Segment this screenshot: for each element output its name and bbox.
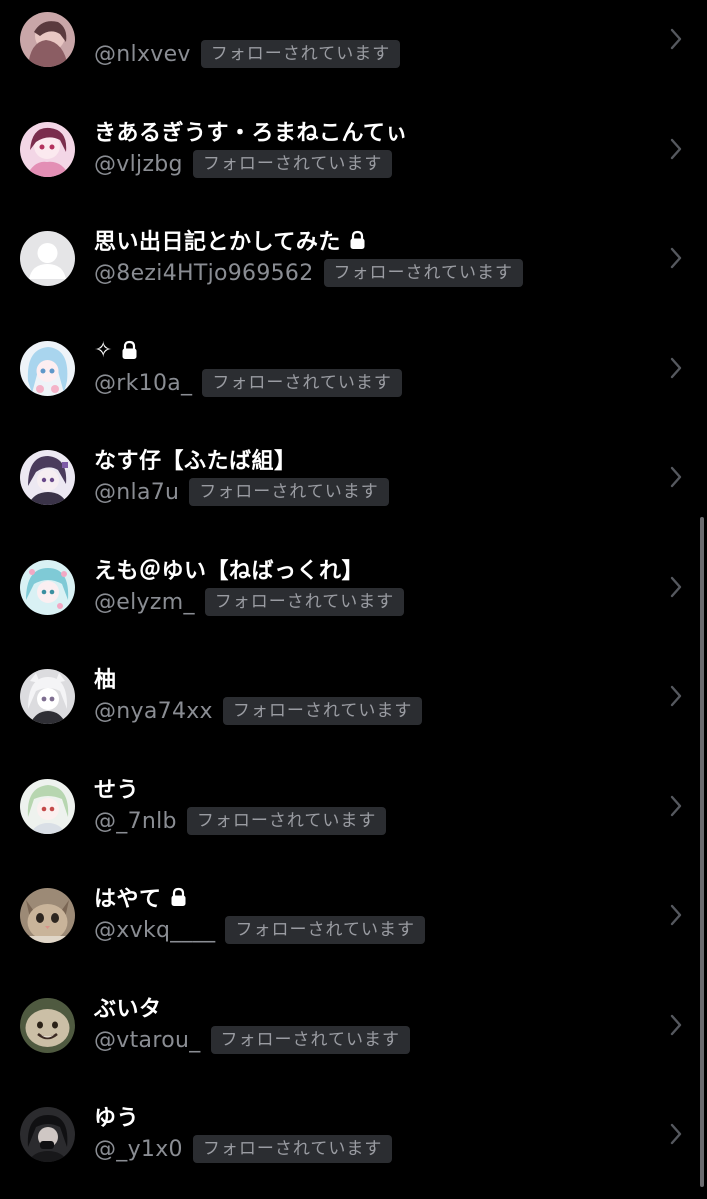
name-line: なす仔【ふたば組】 <box>94 443 297 475</box>
handle-line: @rk10a_ フォローされています <box>94 367 402 399</box>
name-line: えも＠ゆい【ねばっくれ】 <box>94 553 364 585</box>
handle: @8ezi4HTjo969562 <box>94 260 314 286</box>
handle-line: @vljzbg フォローされています <box>94 148 393 180</box>
handle-line: @8ezi4HTjo969562 フォローされています <box>94 257 524 289</box>
follows-you-badge: フォローされています <box>189 478 389 506</box>
handle: @nya74xx <box>94 698 213 724</box>
name-line: ✧ <box>94 334 138 366</box>
chevron-right-icon <box>669 1013 683 1037</box>
scrollbar[interactable] <box>700 517 704 1187</box>
user-row[interactable]: えも＠ゆい【ねばっくれ】 @elyzm_ フォローされています <box>0 508 707 617</box>
user-row[interactable]: 思い出日記とかしてみた @8ezi4HTjo969562 フォローされています <box>0 179 707 288</box>
user-row[interactable]: なす仔【ふたば組】 @nla7u フォローされています <box>0 398 707 507</box>
chevron-right-icon <box>669 684 683 708</box>
display-name: 柚 <box>94 668 117 693</box>
chevron-right-icon <box>669 903 683 927</box>
name-line: せう <box>94 772 139 804</box>
user-row[interactable]: 柚 @nya74xx フォローされています <box>0 617 707 726</box>
follows-you-badge: フォローされています <box>323 259 524 287</box>
display-name: ぶいタ <box>94 997 162 1022</box>
handle-line: @elyzm_ フォローされています <box>94 586 405 618</box>
handle-line: @_y1x0 フォローされています <box>94 1133 393 1165</box>
handle-line: @xvkq____ フォローされています <box>94 914 425 946</box>
handle-line: @nla7u フォローされています <box>94 476 389 508</box>
display-name: せう <box>94 778 140 803</box>
chevron-right-icon <box>669 465 683 489</box>
display-name: えも＠ゆい【ねばっくれ】 <box>94 559 365 584</box>
handle: @nla7u <box>94 479 180 505</box>
user-row[interactable]: はやて @xvkq____ フォローされています <box>0 836 707 945</box>
display-name: ゆう <box>94 1106 140 1131</box>
user-row[interactable]: ゆう @_y1x0 フォローされています <box>0 1055 707 1164</box>
avatar[interactable] <box>20 779 75 834</box>
lock-icon <box>121 340 138 360</box>
name-line: 柚 <box>94 662 117 694</box>
name-line: はやて <box>94 881 187 913</box>
handle: @_y1x0 <box>94 1136 183 1162</box>
follows-you-badge: フォローされています <box>204 588 405 616</box>
display-name: はやて <box>94 887 162 912</box>
handle-line: @nya74xx フォローされています <box>94 695 423 727</box>
handle-line: @nlxvev フォローされています <box>94 38 401 70</box>
chevron-right-icon <box>669 27 683 51</box>
follows-you-badge: フォローされています <box>192 1135 393 1163</box>
user-row[interactable]: @nlxvev フォローされています <box>0 0 707 69</box>
chevron-right-icon <box>669 137 683 161</box>
follows-you-badge: フォローされています <box>200 40 401 68</box>
handle: @nlxvev <box>94 41 191 67</box>
chevron-right-icon <box>669 246 683 270</box>
handle: @elyzm_ <box>94 589 195 615</box>
follows-you-badge: フォローされています <box>202 369 402 397</box>
avatar[interactable] <box>20 669 75 724</box>
handle: @vljzbg <box>94 151 183 177</box>
handle: @xvkq____ <box>94 917 216 943</box>
chevron-right-icon <box>669 575 683 599</box>
avatar[interactable] <box>20 341 75 396</box>
avatar[interactable] <box>20 560 75 615</box>
handle-line: @vtarou_ フォローされています <box>94 1024 410 1056</box>
user-row[interactable]: せう @_7nlb フォローされています <box>0 727 707 836</box>
avatar[interactable] <box>20 998 75 1053</box>
chevron-right-icon <box>669 356 683 380</box>
chevron-right-icon <box>669 794 683 818</box>
avatar[interactable] <box>20 231 75 286</box>
display-name: きあるぎうす・ろまねこんてぃ <box>94 121 408 146</box>
follows-you-badge: フォローされています <box>186 807 387 835</box>
display-name: なす仔【ふたば組】 <box>94 449 297 474</box>
name-line: ぶいタ <box>94 991 162 1023</box>
follows-you-badge: フォローされています <box>222 697 423 725</box>
follows-you-badge: フォローされています <box>210 1026 410 1054</box>
user-row[interactable]: ぶいタ @vtarou_ フォローされています <box>0 946 707 1055</box>
display-name: 思い出日記とかしてみた <box>94 230 341 255</box>
handle: @vtarou_ <box>94 1027 201 1053</box>
avatar[interactable] <box>20 1107 75 1162</box>
avatar[interactable] <box>20 12 75 67</box>
avatar[interactable] <box>20 450 75 505</box>
user-row[interactable]: ✧ @rk10a_ フォローされています <box>0 289 707 398</box>
handle-line: @_7nlb フォローされています <box>94 805 387 837</box>
avatar[interactable] <box>20 888 75 943</box>
follows-you-badge: フォローされています <box>225 916 425 944</box>
user-row[interactable]: きあるぎうす・ろまねこんてぃ @vljzbg フォローされています <box>0 70 707 179</box>
lock-icon <box>170 887 187 907</box>
handle: @_7nlb <box>94 808 177 834</box>
follows-you-badge: フォローされています <box>192 150 393 178</box>
name-line: きあるぎうす・ろまねこんてぃ <box>94 115 408 147</box>
display-name: ✧ <box>94 337 113 363</box>
chevron-right-icon <box>669 1122 683 1146</box>
lock-icon <box>349 230 366 250</box>
name-line: 思い出日記とかしてみた <box>94 224 366 256</box>
avatar[interactable] <box>20 122 75 177</box>
handle: @rk10a_ <box>94 370 193 396</box>
name-line: ゆう <box>94 1100 139 1132</box>
